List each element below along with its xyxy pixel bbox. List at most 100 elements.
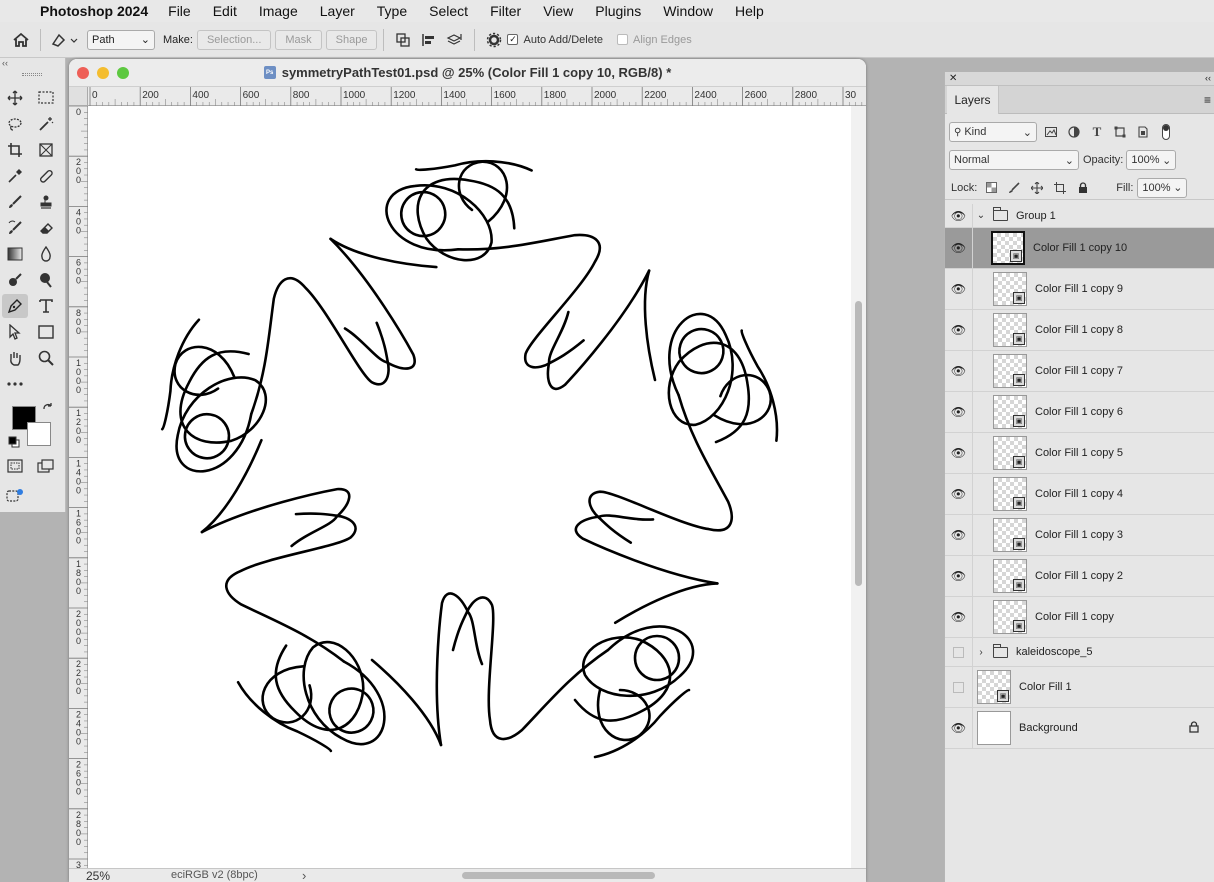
background-color-swatch[interactable] (27, 422, 51, 446)
magic-wand-tool-icon[interactable] (33, 112, 59, 136)
gear-icon[interactable] (481, 27, 507, 53)
visibility-eye-icon[interactable]: 👁 (945, 708, 973, 748)
menu-image[interactable]: Image (259, 3, 298, 19)
eraser-tool-icon[interactable] (33, 216, 59, 240)
ruler-origin[interactable] (69, 87, 88, 106)
vertical-scroll-thumb[interactable] (855, 301, 862, 586)
collapse-icon[interactable]: ‹‹ (0, 58, 66, 70)
screen-mode-icon[interactable] (33, 454, 59, 478)
blur-tool-icon[interactable] (33, 242, 59, 266)
type-filter-icon[interactable]: T (1088, 123, 1106, 141)
home-icon[interactable] (8, 27, 34, 53)
eyedropper-tool-icon[interactable] (2, 164, 28, 188)
menu-window[interactable]: Window (663, 3, 713, 19)
menu-filter[interactable]: Filter (490, 3, 521, 19)
vertical-ruler[interactable]: 0200400600800100012001400160018002000220… (69, 105, 88, 870)
pen-tool-icon[interactable] (2, 294, 28, 318)
filter-kind-dropdown[interactable]: ⚲ Kind ⌄ (949, 122, 1037, 142)
layer-color-fill-copy-7[interactable]: 👁 ▣ Color Fill 1 copy 7 (945, 351, 1214, 392)
chevron-down-icon[interactable]: ⌄ (975, 210, 987, 221)
pixel-filter-icon[interactable] (1042, 123, 1060, 141)
make-selection-button[interactable]: Selection... (196, 29, 272, 50)
layer-color-fill-copy-6[interactable]: 👁 ▣ Color Fill 1 copy 6 (945, 392, 1214, 433)
lasso-tool-icon[interactable] (2, 112, 28, 136)
clone-stamp-tool-icon[interactable] (33, 190, 59, 214)
lock-position-icon[interactable] (1028, 179, 1046, 197)
menu-help[interactable]: Help (735, 3, 764, 19)
layer-color-fill-copy-8[interactable]: 👁 ▣ Color Fill 1 copy 8 (945, 310, 1214, 351)
layer-color-fill-copy[interactable]: 👁 ▣ Color Fill 1 copy (945, 597, 1214, 638)
swap-colors-icon[interactable] (38, 400, 58, 418)
make-mask-button[interactable]: Mask (275, 29, 322, 50)
path-operations-icon[interactable] (390, 27, 416, 53)
layer-group-1[interactable]: 👁 ⌄ Group 1 (945, 204, 1214, 228)
move-tool-icon[interactable] (2, 86, 28, 110)
path-alignment-icon[interactable] (416, 27, 442, 53)
menu-layer[interactable]: Layer (320, 3, 355, 19)
make-shape-button[interactable]: Shape (325, 29, 378, 50)
content-aware-icon[interactable] (2, 484, 28, 508)
pen-tool-preset-icon[interactable] (47, 27, 83, 53)
lock-artboard-icon[interactable] (1051, 179, 1069, 197)
type-tool-icon[interactable] (33, 294, 59, 318)
path-arrangement-icon[interactable] (442, 27, 468, 53)
horizontal-scroll-thumb[interactable] (462, 872, 655, 879)
layer-background[interactable]: 👁 Background (945, 708, 1214, 749)
layer-color-fill-copy-2[interactable]: 👁 ▣ Color Fill 1 copy 2 (945, 556, 1214, 597)
menu-file[interactable]: File (168, 3, 191, 19)
visibility-eye-icon[interactable]: 👁 (945, 392, 973, 432)
zoom-tool-icon[interactable] (33, 346, 59, 370)
marquee-tool-icon[interactable] (33, 86, 59, 110)
visibility-toggle-hidden[interactable] (945, 667, 973, 707)
visibility-eye-icon[interactable]: 👁 (945, 556, 973, 596)
visibility-eye-icon[interactable]: 👁 (945, 310, 973, 350)
default-colors-icon[interactable] (6, 434, 22, 450)
healing-brush-tool-icon[interactable] (33, 164, 59, 188)
layer-group-kaleidoscope[interactable]: › kaleidoscope_5 (945, 638, 1214, 667)
visibility-eye-icon[interactable]: 👁 (945, 597, 973, 637)
panel-menu-icon[interactable]: ≡ (1204, 93, 1211, 107)
horizontal-ruler[interactable]: 0 200 400 600 800 1000 1200 1400 1600 1800 2000 220… (88, 87, 866, 106)
filter-toggle-icon[interactable] (1157, 123, 1175, 141)
history-brush-tool-icon[interactable] (2, 216, 28, 240)
layer-color-fill-copy-5[interactable]: 👁 ▣ Color Fill 1 copy 5 (945, 433, 1214, 474)
auto-add-delete-checkbox[interactable]: ✓ (507, 34, 519, 45)
lock-all-icon[interactable] (1074, 179, 1092, 197)
layer-color-fill-1[interactable]: ▣ Color Fill 1 (945, 667, 1214, 708)
minimize-window-button[interactable] (97, 67, 109, 79)
visibility-eye-icon[interactable]: 👁 (945, 515, 973, 555)
visibility-eye-icon[interactable]: 👁 (945, 474, 973, 514)
blend-mode-dropdown[interactable]: Normal ⌄ (949, 150, 1079, 170)
lock-pixels-icon[interactable] (1005, 179, 1023, 197)
layer-color-fill-copy-9[interactable]: 👁 ▣ Color Fill 1 copy 9 (945, 269, 1214, 310)
adjustment-filter-icon[interactable] (1065, 123, 1083, 141)
menu-view[interactable]: View (543, 3, 573, 19)
menu-edit[interactable]: Edit (213, 3, 237, 19)
visibility-eye-icon[interactable]: 👁 (945, 269, 973, 309)
crop-tool-icon[interactable] (2, 138, 28, 162)
lock-transparency-icon[interactable] (982, 179, 1000, 197)
rectangle-tool-icon[interactable] (33, 320, 59, 344)
path-mode-dropdown[interactable]: Path ⌄ (87, 29, 155, 50)
quick-mask-icon[interactable] (2, 454, 28, 478)
canvas[interactable] (88, 106, 851, 868)
collapse-panel-icon[interactable]: ‹‹ (1205, 73, 1211, 83)
panel-grip[interactable] (22, 73, 42, 76)
vertical-scrollbar[interactable] (851, 106, 866, 868)
brush-tool-icon[interactable] (2, 190, 28, 214)
tab-layers[interactable]: Layers (947, 86, 999, 114)
frame-tool-icon[interactable] (33, 138, 59, 162)
dodge-tool-icon[interactable] (2, 268, 28, 292)
chevron-right-icon[interactable]: › (975, 647, 987, 658)
smart-object-filter-icon[interactable] (1134, 123, 1152, 141)
opacity-field[interactable]: 100% ⌄ (1126, 150, 1177, 170)
align-edges-checkbox[interactable] (617, 34, 628, 45)
chevron-down-icon[interactable]: ⌄ (1173, 181, 1182, 194)
zoom-level[interactable]: 25% (86, 869, 110, 882)
visibility-eye-icon[interactable]: 👁 (945, 228, 973, 268)
menu-select[interactable]: Select (429, 3, 468, 19)
visibility-toggle-hidden[interactable] (945, 638, 973, 666)
visibility-eye-icon[interactable]: 👁 (945, 351, 973, 391)
more-tools-icon[interactable] (2, 372, 28, 396)
chevron-down-icon[interactable]: ⌄ (1162, 154, 1171, 167)
